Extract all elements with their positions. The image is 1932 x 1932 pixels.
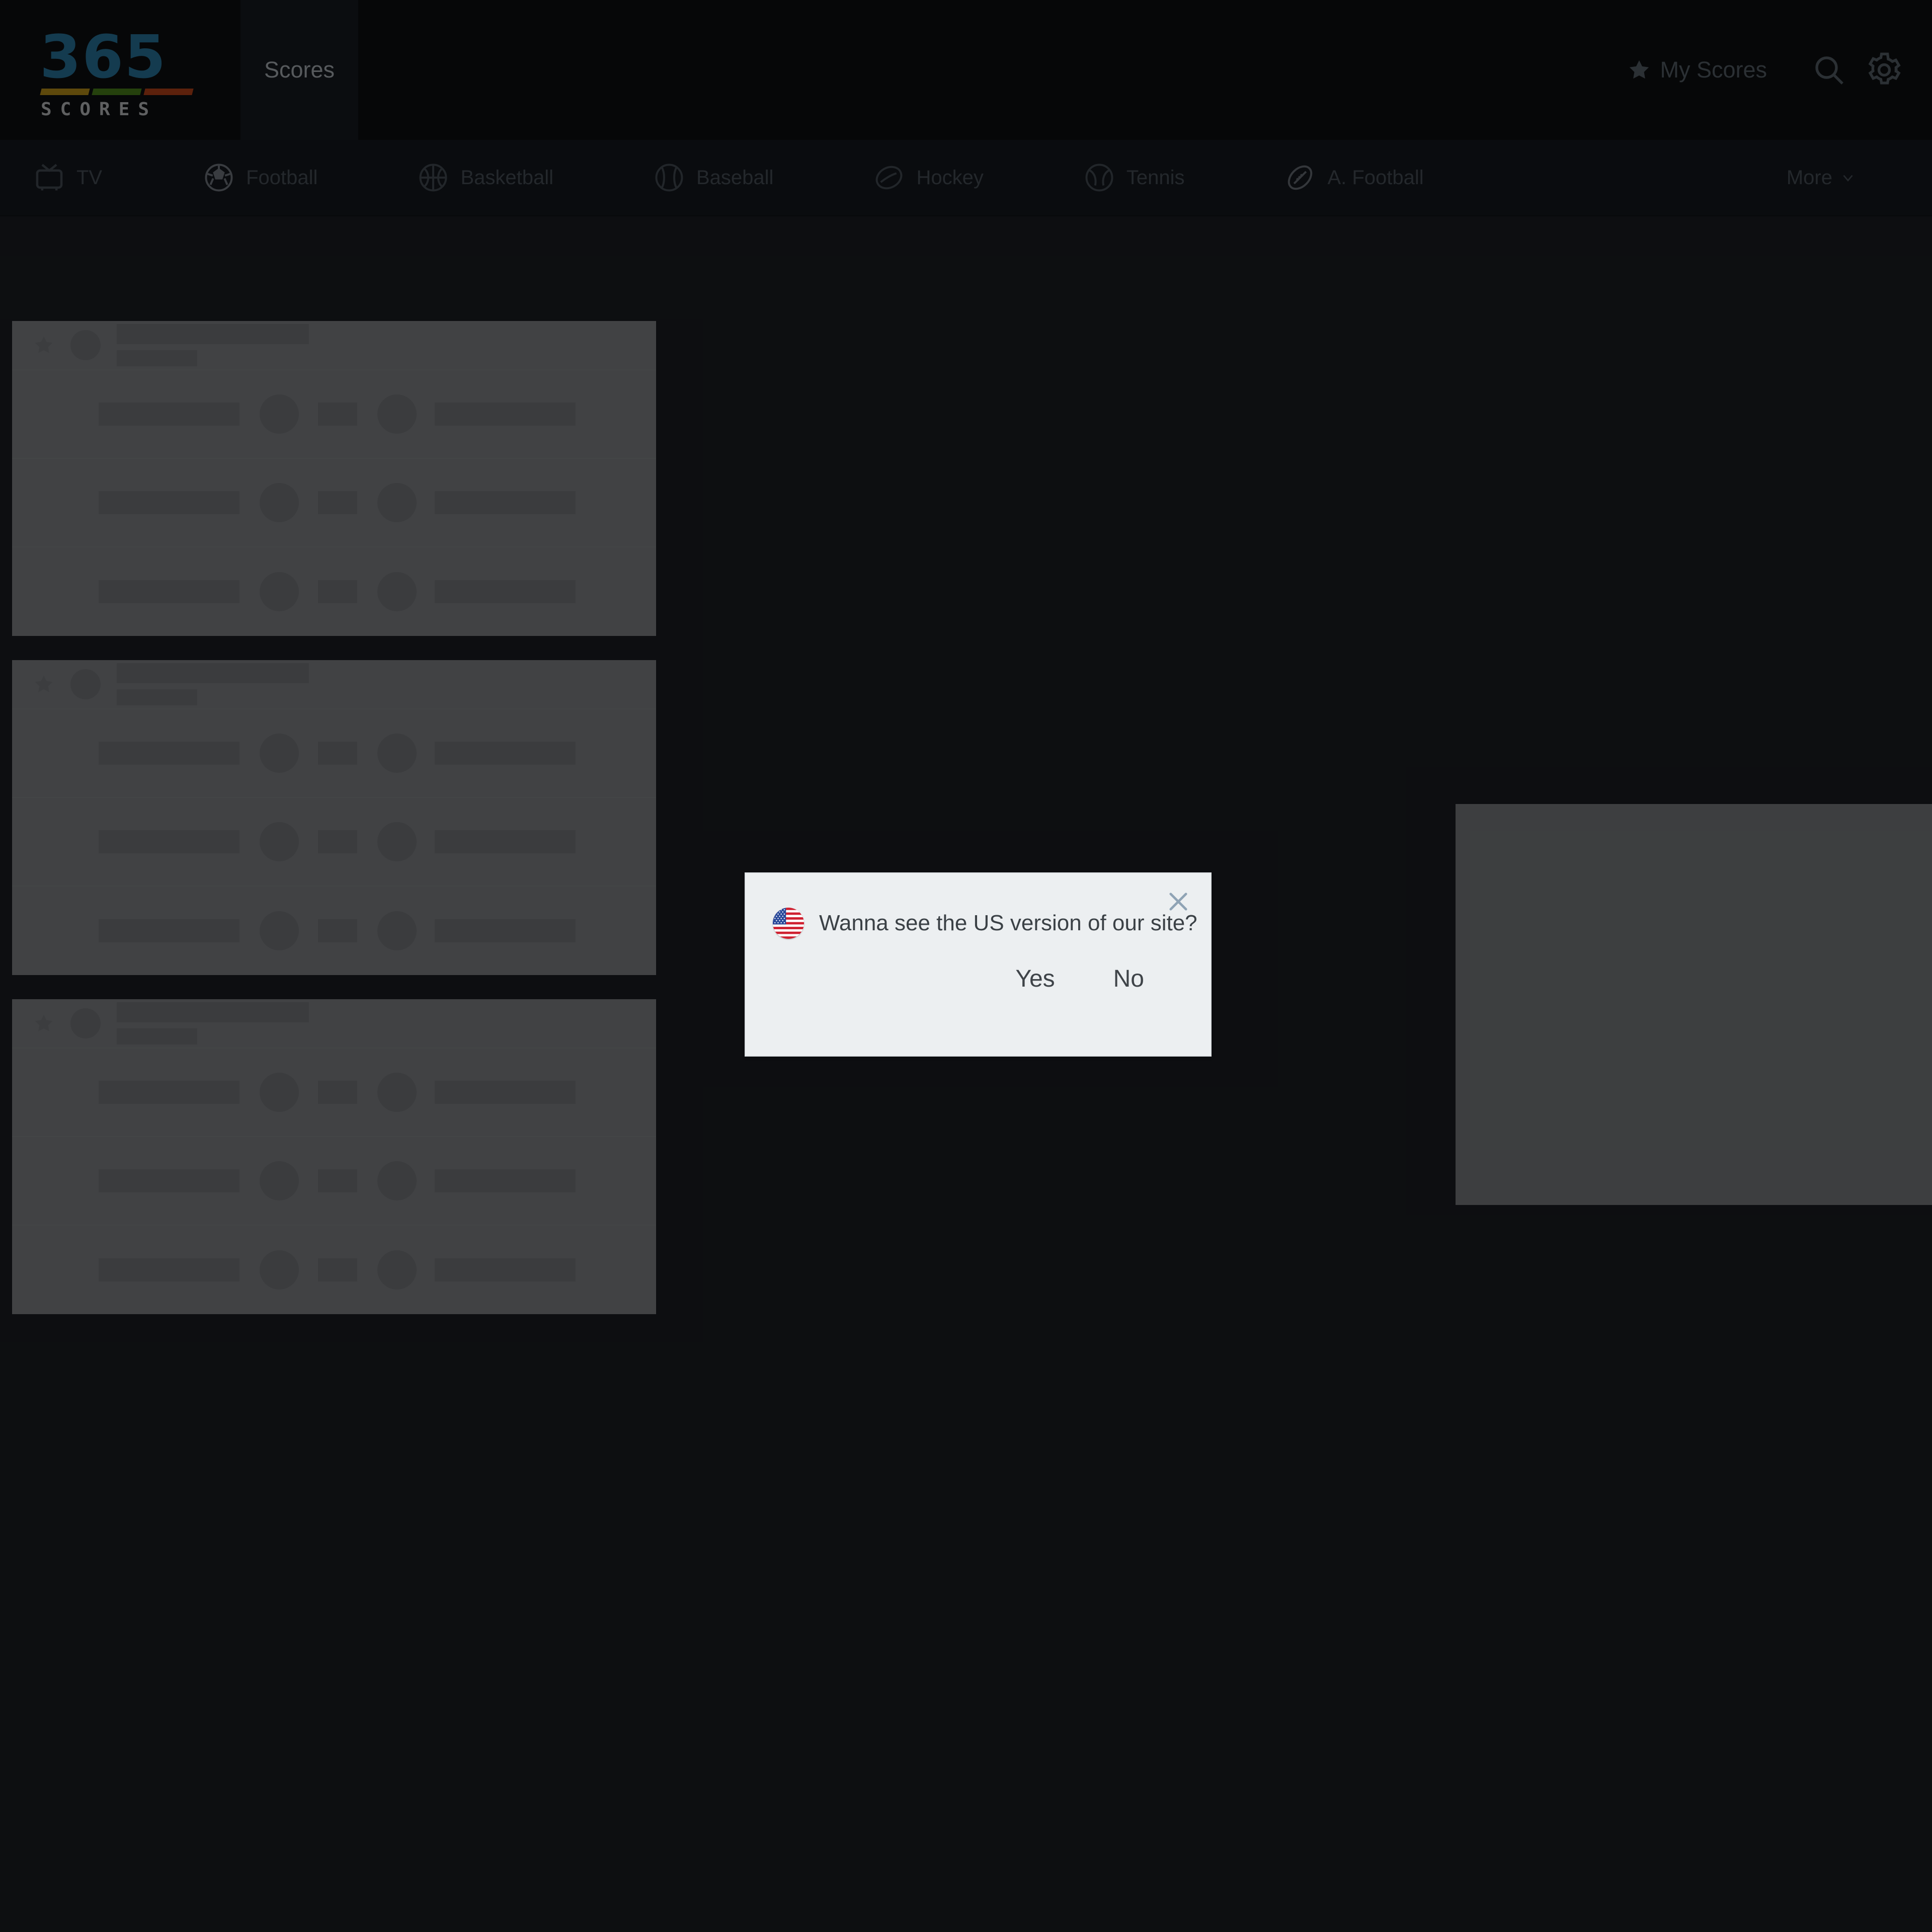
no-button[interactable]: No [1113,965,1144,993]
yes-button[interactable]: Yes [1015,965,1055,993]
us-version-dialog: Wanna see the US version of our site? Ye… [745,872,1212,1057]
close-button[interactable] [1160,883,1196,920]
close-icon [1169,893,1187,911]
dialog-body: Wanna see the US version of our site? [746,873,1211,939]
us-flag-icon [773,908,804,939]
dialog-actions: Yes No [746,939,1211,993]
dialog-message: Wanna see the US version of our site? [819,910,1197,935]
